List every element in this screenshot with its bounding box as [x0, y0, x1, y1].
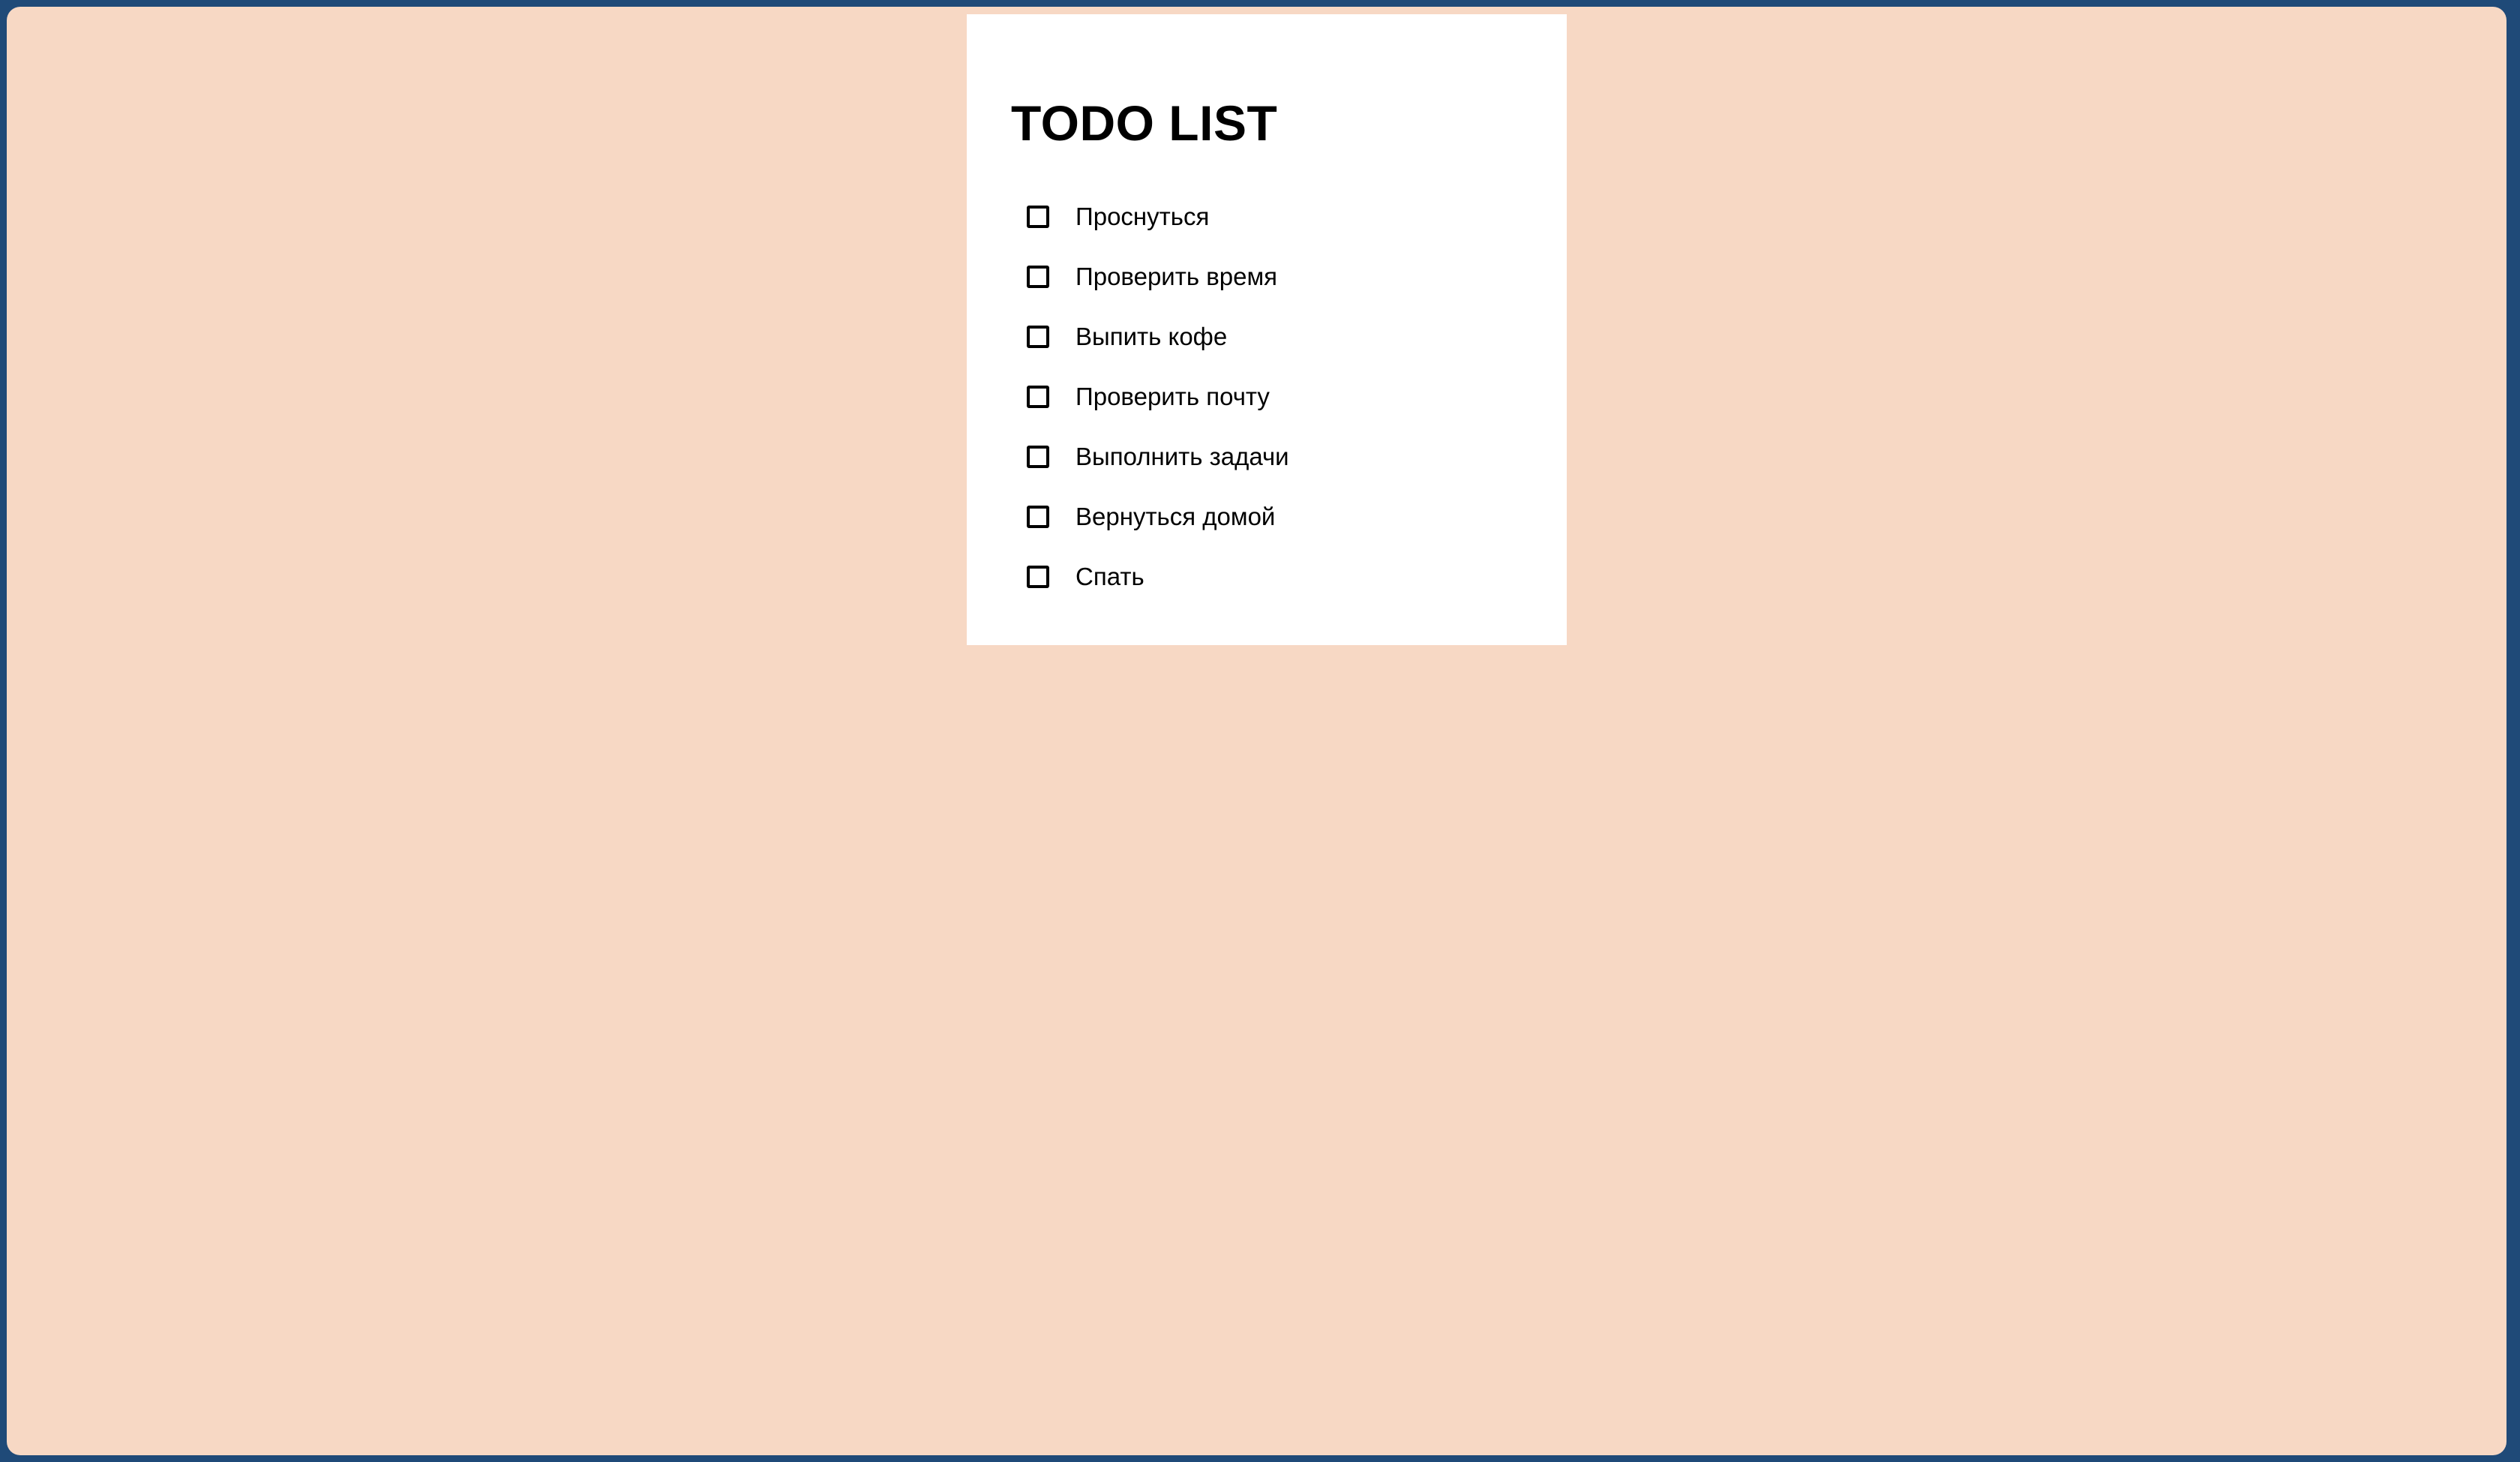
todo-item-label: Спать [1076, 563, 1144, 590]
todo-item-label: Выпить кофе [1076, 323, 1228, 350]
todo-list: Проснуться Проверить время Выпить кофе П… [1027, 187, 1289, 607]
todo-checkbox[interactable] [1027, 506, 1049, 528]
todo-item[interactable]: Проснуться [1027, 187, 1289, 247]
todo-checkbox[interactable] [1027, 266, 1049, 288]
todo-item[interactable]: Вернуться домой [1027, 487, 1289, 547]
todo-item-label: Вернуться домой [1076, 503, 1276, 530]
todo-item[interactable]: Выполнить задачи [1027, 427, 1289, 487]
page-title: TODO LIST [1011, 95, 1278, 151]
todo-checkbox[interactable] [1027, 206, 1049, 228]
todo-item-label: Проверить почту [1076, 383, 1270, 410]
todo-item[interactable]: Проверить почту [1027, 367, 1289, 427]
todo-card: TODO LIST Проснуться Проверить время Вып… [967, 14, 1567, 645]
todo-item[interactable]: Выпить кофе [1027, 307, 1289, 367]
todo-checkbox[interactable] [1027, 446, 1049, 468]
todo-item[interactable]: Спать [1027, 547, 1289, 607]
todo-item-label: Проверить время [1076, 263, 1277, 290]
page-background: TODO LIST Проснуться Проверить время Вып… [7, 7, 2506, 1455]
todo-checkbox[interactable] [1027, 326, 1049, 348]
todo-item-label: Выполнить задачи [1076, 443, 1289, 470]
todo-item-label: Проснуться [1076, 203, 1210, 230]
todo-checkbox[interactable] [1027, 386, 1049, 408]
todo-item[interactable]: Проверить время [1027, 247, 1289, 307]
todo-checkbox[interactable] [1027, 566, 1049, 588]
